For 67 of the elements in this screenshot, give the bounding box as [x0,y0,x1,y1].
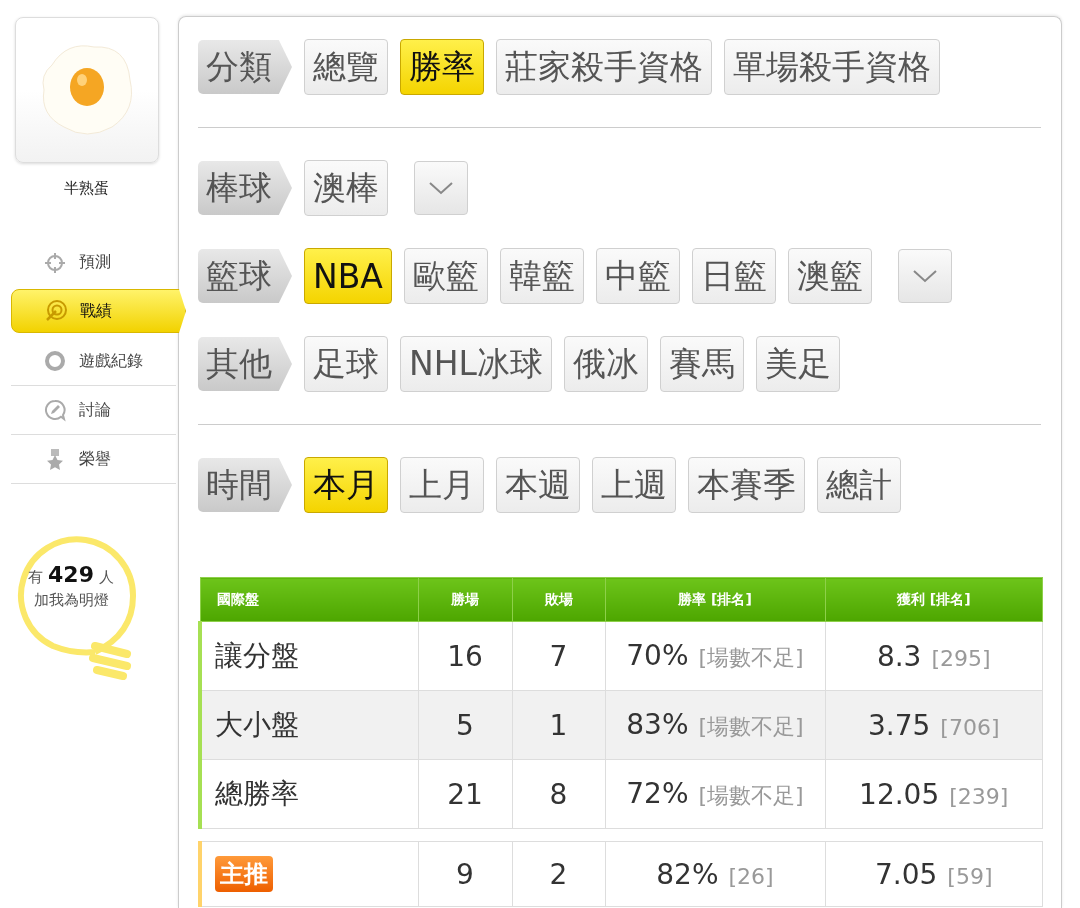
column-header: 敗場 [512,577,605,622]
table-cell: 7 [512,621,605,691]
chevron-down-icon [911,269,938,283]
filter-label: 其他 [198,337,292,391]
filter-chip[interactable]: 莊家殺手資格 [496,39,712,95]
filter-chip[interactable]: 本週 [496,457,580,513]
user-name: 半熟蛋 [62,179,110,198]
table-cell: 1 [512,690,605,760]
nav-item[interactable]: 預測 [11,238,176,287]
table-cell: 8.3 [295] [825,621,1043,691]
filter-chip[interactable]: 歐籃 [403,248,488,304]
filter-label: 時間 [198,458,292,512]
table-cell: 8 [512,759,605,829]
filter-chip[interactable]: 上週 [592,457,676,513]
filter-chip[interactable]: 本賽季 [688,457,805,513]
table-cell: 9 [418,841,512,907]
filter-chip[interactable]: 澳棒 [304,160,388,216]
filter-label: 棒球 [198,161,292,215]
chevron-down-icon [428,181,454,195]
column-header: 獲利 [排名] [825,577,1043,622]
filter-chip[interactable]: 韓籃 [499,248,584,304]
table-cell: 16 [418,621,512,691]
filter-label: 籃球 [198,249,292,303]
table-cell: 7.05 [59] [825,841,1043,907]
nav-item[interactable]: 戰績 [11,289,186,333]
fans-caption: 加我為明燈 [32,591,110,610]
pencil-bubble-icon [43,398,67,422]
filter-chip[interactable]: 中籃 [595,248,680,304]
target-icon [44,299,68,323]
filter-chip[interactable]: 足球 [304,336,388,392]
filter-chip[interactable]: 勝率 [400,39,484,95]
table-cell: 3.75 [706] [825,690,1043,760]
filter-label: 分類 [198,40,292,94]
filter-chip[interactable]: 賽馬 [659,336,744,392]
filter-chip[interactable]: 美足 [755,336,840,392]
filter-chip[interactable]: NHL冰球 [400,336,552,392]
dropdown-button[interactable] [897,249,952,303]
nav-item[interactable]: 榮譽 [11,435,176,484]
filter-chip[interactable]: 總計 [817,457,901,513]
filter-chip[interactable]: 俄冰 [563,336,648,392]
table-cell: 5 [418,690,512,760]
filter-chip[interactable]: 上月 [400,457,484,513]
table-cell: 82% [26] [605,841,825,907]
table-cell: 12.05 [239] [825,759,1043,829]
row-label: 總勝率 [200,759,418,829]
ring-icon [43,349,67,373]
row-label: 大小盤 [200,690,418,760]
filter-chip[interactable]: 本月 [304,457,388,513]
table-cell: 70% [場數不足] [605,621,825,691]
nav-item[interactable]: 討論 [11,386,176,435]
featured-badge: 主推 [215,856,273,892]
filter-chip[interactable]: 總覽 [304,39,388,95]
table-cell: 21 [418,759,512,829]
column-header: 勝率 [排名] [605,577,825,622]
filter-chip[interactable]: 澳籃 [787,248,872,304]
filter-chip[interactable]: 單場殺手資格 [724,39,940,95]
table-cell: 83% [場數不足] [605,690,825,760]
column-header: 勝場 [418,577,512,622]
nav-item[interactable]: 遊戲紀錄 [11,337,176,386]
filter-chip[interactable]: 日籃 [691,248,776,304]
fans-count-text: 有 429 人 [27,562,115,587]
filter-chip[interactable]: NBA [304,248,392,304]
dropdown-button[interactable] [414,161,468,215]
table-cell: 72% [場數不足] [605,759,825,829]
table-cell: 2 [512,841,605,907]
crosshair-icon [43,250,67,275]
column-header: 國際盤 [200,577,418,622]
